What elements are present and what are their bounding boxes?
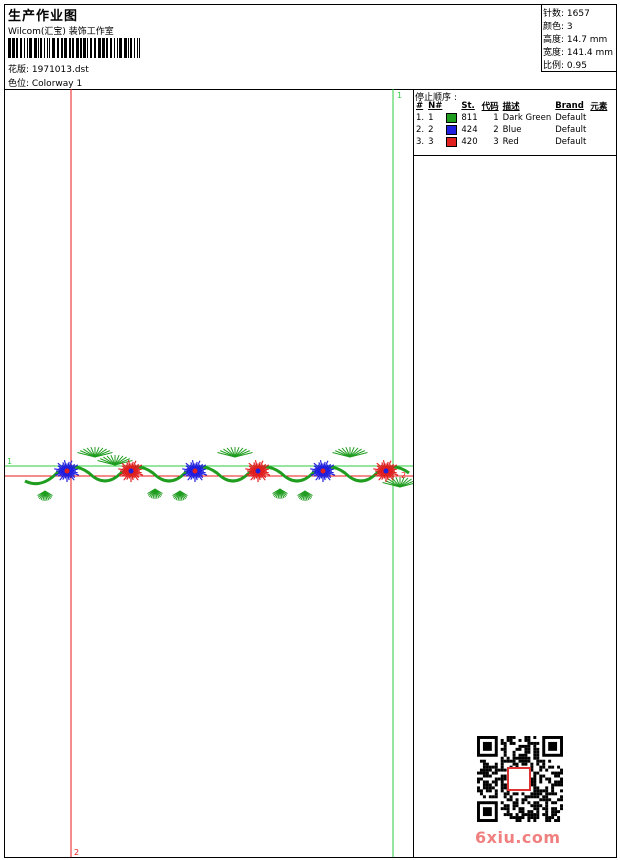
stop-sequence-table: # N# St. 代码 描述 Brand 元素 1. 1 811 1 Dark … [414, 100, 609, 148]
stat-stitches: 针数: 1657 [543, 9, 590, 19]
row-description: Blue [502, 125, 522, 135]
qr-code-icon [477, 736, 563, 822]
row-swatch [444, 136, 459, 148]
color-swatch [446, 124, 458, 135]
stat-scale: 比例: 0.95 [543, 61, 587, 71]
row-swatch [444, 124, 459, 136]
stat-width: 宽度: 141.4 mm [543, 48, 614, 58]
row-st: 420 [461, 137, 478, 147]
table-row: 2. 2 424 2 Blue Default [414, 124, 609, 136]
embroidery-vine [24, 447, 413, 501]
row-n: 2 [428, 125, 434, 135]
row-swatch [444, 112, 459, 124]
design-canvas: 1 2 1 2 [5, 89, 414, 857]
design-file: 花版: 1971013.dst [8, 65, 89, 75]
row-element [588, 124, 609, 136]
row-index: 3. [416, 137, 425, 147]
guide-label-v-green: 1 [397, 91, 402, 100]
row-st: 424 [461, 125, 478, 135]
row-brand: Default [555, 137, 587, 147]
col-n: N# [428, 101, 443, 111]
col-brand: Brand [555, 101, 584, 111]
production-worksheet: 生产作业图 Wilcom(汇宝) 装饰工作室 花版: 1971013.dst 色… [4, 4, 617, 858]
row-st: 811 [461, 113, 478, 123]
stats-box: 针数: 1657 颜色: 3 高度: 14.7 mm 宽度: 141.4 mm … [541, 5, 617, 72]
row-element [588, 112, 609, 124]
table-row: 3. 3 420 3 Red Default [414, 136, 609, 148]
stop-sequence-panel: 停止顺序 : # N# St. 代码 描述 Brand 元素 1. 1 811 … [414, 89, 616, 156]
row-element [588, 136, 609, 148]
col-code: 代码 [481, 102, 499, 112]
table-row: 1. 1 811 1 Dark Green Default [414, 112, 609, 124]
col-description: 描述 [502, 102, 520, 112]
watermark: 6xiu.com [475, 828, 561, 847]
header: 生产作业图 Wilcom(汇宝) 装饰工作室 花版: 1971013.dst 色… [5, 5, 617, 90]
page-title: 生产作业图 [8, 9, 79, 24]
studio-name: Wilcom(汇宝) 装饰工作室 [8, 27, 114, 37]
col-index: # [416, 101, 424, 111]
col-st: St. [461, 101, 475, 111]
row-brand: Default [555, 125, 587, 135]
guide-label-h-green: 1 [7, 457, 12, 466]
color-swatch [446, 136, 458, 147]
row-code: 2 [493, 125, 499, 135]
barcode-icon [8, 38, 140, 58]
stat-colors: 颜色: 3 [543, 22, 573, 32]
row-index: 1. [416, 113, 425, 123]
row-brand: Default [555, 113, 587, 123]
row-description: Red [502, 137, 519, 147]
stat-height: 高度: 14.7 mm [543, 35, 608, 45]
row-code: 3 [493, 137, 499, 147]
row-n: 1 [428, 113, 434, 123]
row-n: 3 [428, 137, 434, 147]
colorway: 色位: Colorway 1 [8, 79, 83, 89]
design-preview: 1 2 1 2 [5, 89, 413, 857]
col-element: 元素 [590, 102, 608, 112]
row-index: 2. [416, 125, 425, 135]
guide-label-v-red: 2 [74, 848, 79, 857]
row-description: Dark Green [502, 113, 552, 123]
row-code: 1 [493, 113, 499, 123]
col-swatch [444, 100, 459, 112]
color-swatch [446, 112, 458, 123]
